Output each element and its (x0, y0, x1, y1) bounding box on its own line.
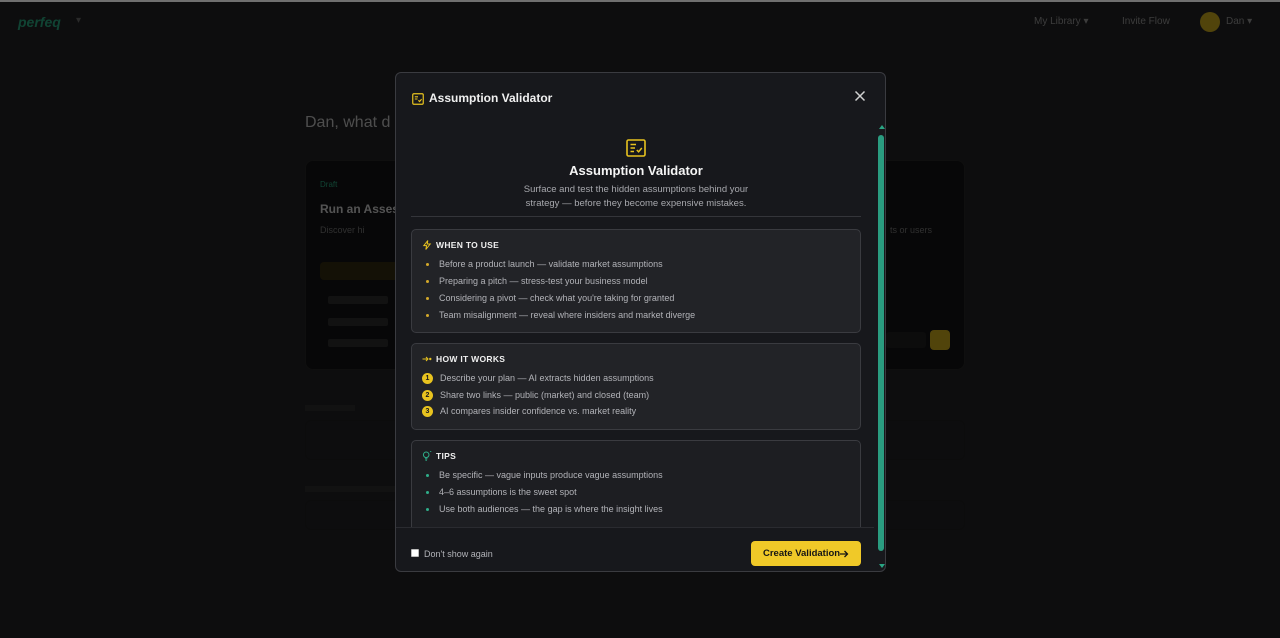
list-item-text: Considering a pivot — check what you're … (439, 293, 675, 303)
list-item-text: Preparing a pitch — stress-test your bus… (439, 276, 648, 286)
bullet-dot (426, 474, 429, 477)
step-item: 1 Describe your plan — AI extracts hidden… (422, 372, 654, 389)
create-validation-label: Create Validation (763, 548, 841, 559)
modal-scroll-area[interactable]: Assumption Validator Surface and test th… (396, 123, 885, 527)
arrow-right-icon (840, 550, 849, 558)
page-greeting: Dan, what d (305, 114, 391, 131)
when-to-use-panel: WHEN TO USE Before a product launch — va… (411, 229, 861, 333)
panel-title: TIPS (436, 451, 457, 461)
card-tag: Draft (320, 180, 338, 189)
bullet-dot (426, 491, 429, 494)
card-row (328, 318, 388, 326)
card-highlight (320, 262, 400, 280)
card-row (328, 296, 388, 304)
checklist-icon (412, 93, 424, 105)
app-header: perfeq ▾ My Library ▾ Invite Flow Dan ▾ (0, 2, 1280, 38)
step-text: AI compares insider confidence vs. marke… (440, 406, 637, 416)
step-text: Describe your plan — AI extracts hidden … (440, 373, 654, 383)
step-item: 2 Share two links — public (market) and c… (422, 389, 654, 406)
flow-arrow-icon (422, 356, 432, 362)
step-number: 2 (422, 389, 433, 401)
section-label (305, 486, 395, 492)
step-number: 1 (422, 373, 433, 384)
lightbulb-icon (422, 451, 432, 461)
modal-header: Assumption Validator (396, 73, 885, 123)
list-item: Preparing a pitch — stress-test your bus… (424, 275, 695, 292)
user-name: Dan ▾ (1226, 16, 1253, 27)
how-it-works-steps: 1 Describe your plan — AI extracts hidden… (422, 372, 654, 422)
app-logo: perfeq (18, 14, 61, 30)
card-title: Run an Assess (320, 202, 406, 216)
card-side-text: ts or users (890, 225, 933, 235)
tips-panel: TIPS Be specific — vague inputs produce … (411, 440, 861, 527)
bullet-dot (426, 280, 429, 283)
background-input (886, 332, 926, 348)
step-item: 3 AI compares insider confidence vs. mark… (422, 405, 654, 422)
list-item: Use both audiences — the gap is where th… (424, 503, 663, 520)
section-label (305, 405, 355, 411)
step-text: Share two links — public (market) and cl… (440, 389, 650, 400)
list-item-text: Before a product launch — validate marke… (439, 259, 663, 269)
chevron-down-icon: ▾ (76, 15, 82, 26)
modal-title: Assumption Validator (429, 91, 553, 105)
checklist-icon (626, 139, 646, 157)
divider (411, 216, 861, 217)
how-it-works-panel: HOW IT WORKS 1 Describe your plan — AI ex… (411, 343, 861, 430)
avatar (1200, 12, 1220, 32)
assumption-validator-modal: Assumption Validator Assumption Validato… (395, 72, 886, 572)
list-item: Be specific — vague inputs produce vague… (424, 469, 663, 486)
dont-show-again-checkbox[interactable] (411, 549, 419, 557)
send-button (930, 330, 950, 350)
dont-show-again-label[interactable]: Don't show again (424, 549, 493, 559)
when-to-use-list: Before a product launch — validate marke… (424, 258, 695, 326)
lightning-icon (422, 240, 432, 250)
nav-link: My Library ▾ (1034, 16, 1089, 27)
list-item: Team misalignment — reveal where insider… (424, 309, 695, 326)
bullet-dot (426, 263, 429, 266)
bullet-dot (426, 297, 429, 300)
modal-footer: Don't show again Create Validation (396, 527, 874, 571)
close-icon[interactable] (851, 87, 869, 105)
scroll-up-icon[interactable] (879, 125, 885, 129)
step-number: 3 (422, 406, 433, 417)
hero-description: Surface and test the hidden assumptions … (523, 184, 749, 209)
list-item: Before a product launch — validate marke… (424, 258, 695, 275)
hero-title: Assumption Validator (569, 163, 703, 178)
create-validation-button[interactable]: Create Validation (751, 541, 861, 566)
nav-link: Invite Flow (1122, 16, 1170, 27)
panel-title: HOW IT WORKS (436, 354, 506, 364)
list-item: 4–6 assumptions is the sweet spot (424, 486, 663, 503)
list-item-text: Be specific — vague inputs produce vague… (439, 470, 663, 480)
card-subtitle: Discover hi (320, 225, 365, 235)
bullet-dot (426, 508, 429, 511)
list-item-text: 4–6 assumptions is the sweet spot (439, 487, 577, 497)
list-item-text: Team misalignment — reveal where insider… (439, 310, 696, 320)
card-row (328, 339, 388, 347)
scroll-down-icon[interactable] (879, 564, 885, 568)
tips-list: Be specific — vague inputs produce vague… (424, 469, 663, 520)
panel-title: WHEN TO USE (436, 240, 500, 250)
list-item-text: Use both audiences — the gap is where th… (439, 504, 663, 514)
bullet-dot (426, 314, 429, 317)
scrollbar-thumb[interactable] (878, 135, 884, 551)
list-item: Considering a pivot — check what you're … (424, 292, 695, 309)
